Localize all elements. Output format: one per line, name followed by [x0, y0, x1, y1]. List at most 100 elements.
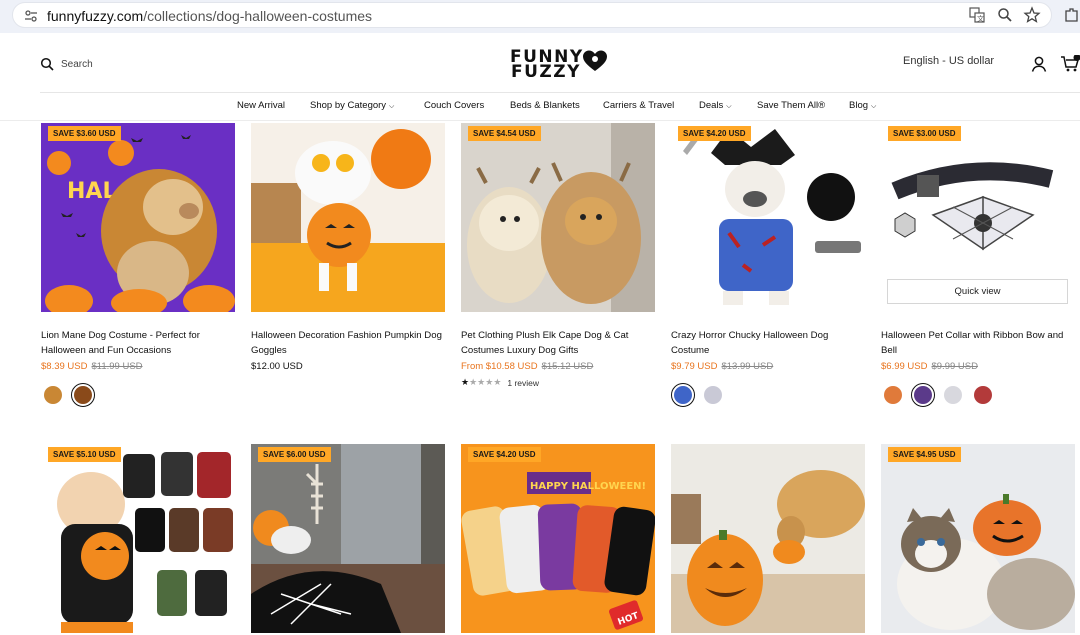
sale-price: $6.99 USD: [881, 361, 928, 372]
product-image[interactable]: SAVE $4.95 USD: [881, 444, 1075, 633]
product-price: $9.79 USD $13.99 USD: [671, 361, 865, 373]
browser-toolbar: funnyfuzzy.com/collections/dog-halloween…: [0, 0, 1080, 33]
nav-label: Deals: [699, 100, 724, 111]
product-card[interactable]: SAVE $6.00 USD: [251, 444, 445, 633]
zoom-icon[interactable]: [996, 6, 1014, 24]
chevron-down-icon: ⌵: [726, 103, 732, 110]
save-badge: SAVE $4.20 USD: [678, 126, 751, 141]
product-title[interactable]: Halloween Pet Collar with Ribbon Bow and…: [881, 328, 1075, 358]
product-card[interactable]: SAVE $5.10 USD: [41, 444, 235, 633]
search-label: Search: [61, 58, 93, 70]
site-settings-icon[interactable]: [23, 8, 39, 24]
product-title[interactable]: Lion Mane Dog Costume - Perfect for Hall…: [41, 328, 235, 358]
sale-price: From $10.58 USD: [461, 361, 538, 372]
nav-shop-by-category[interactable]: Shop by Category ⌵: [310, 100, 394, 111]
save-badge: SAVE $3.60 USD: [48, 126, 121, 141]
nav-carriers-travel[interactable]: Carriers & Travel: [603, 100, 674, 111]
product-image[interactable]: SAVE $5.10 USD: [41, 444, 235, 633]
product-image[interactable]: SAVE $4.54 USD: [461, 123, 655, 312]
search-button[interactable]: Search: [40, 55, 93, 73]
variant-swatch[interactable]: [701, 383, 725, 407]
variant-swatch-selected[interactable]: [671, 383, 695, 407]
regular-price: $12.00 USD: [251, 361, 303, 372]
product-card[interactable]: [671, 444, 865, 633]
product-image[interactable]: [251, 123, 445, 312]
address-bar[interactable]: funnyfuzzy.com/collections/dog-halloween…: [12, 2, 1052, 28]
sale-price: $8.39 USD: [41, 361, 88, 372]
star-icon: ★: [469, 377, 478, 387]
product-card[interactable]: SAVE $4.20 USD Crazy Horror Chucky Hallo…: [671, 123, 865, 407]
extension-icon[interactable]: [1063, 6, 1080, 24]
product-card[interactable]: SAVE $3.00 USD Quick view Halloween Pet …: [881, 123, 1075, 407]
save-badge: SAVE $6.00 USD: [258, 447, 331, 462]
nav-blog[interactable]: Blog ⌵: [849, 100, 876, 111]
product-card[interactable]: SAVE $4.54 USD Pet Clothing Plush Elk Ca…: [461, 123, 655, 388]
product-card[interactable]: SAVE $4.95 USD: [881, 444, 1075, 633]
product-image[interactable]: SAVE $3.00 USD Quick view: [881, 123, 1075, 312]
star-rating: ★ ★ ★ ★ ★ 1 review: [461, 377, 655, 388]
variant-swatches: [41, 383, 235, 407]
save-badge: SAVE $4.95 USD: [888, 447, 961, 462]
variant-swatch[interactable]: [971, 383, 995, 407]
product-image[interactable]: [671, 444, 865, 633]
product-title[interactable]: Halloween Decoration Fashion Pumpkin Dog…: [251, 328, 445, 358]
product-image[interactable]: HAL SAVE $3.60 USD: [41, 123, 235, 312]
product-card[interactable]: Halloween Decoration Fashion Pumpkin Dog…: [251, 123, 445, 373]
variant-swatch-selected[interactable]: [911, 383, 935, 407]
nav-new-arrival[interactable]: New Arrival: [237, 100, 285, 111]
banner-text: HAPPY HALLOWEEN!: [530, 481, 646, 492]
product-card[interactable]: HAL SAVE $3.60 USD Lion Mane Dog Costume…: [41, 123, 235, 407]
chevron-down-icon: ⌵: [389, 103, 395, 110]
product-card[interactable]: HAPPY HALLOWEEN! HOT SAVE $4.20 USD: [461, 444, 655, 633]
url-path: /collections/dog-halloween-costumes: [143, 8, 373, 24]
account-icon[interactable]: [1031, 55, 1049, 73]
variant-swatch[interactable]: [941, 383, 965, 407]
save-badge: SAVE $4.54 USD: [468, 126, 541, 141]
product-price: From $10.58 USD $15.12 USD: [461, 361, 655, 373]
nav-label: Couch Covers: [424, 100, 485, 111]
translate-icon[interactable]: 文: [968, 6, 986, 24]
star-icon: ★: [461, 377, 470, 387]
product-title[interactable]: Pet Clothing Plush Elk Cape Dog & Cat Co…: [461, 328, 655, 358]
product-image[interactable]: HAPPY HALLOWEEN! HOT SAVE $4.20 USD: [461, 444, 655, 633]
nav-label: Save Them All®: [757, 100, 826, 111]
nav-divider: [0, 120, 1080, 121]
save-badge: SAVE $5.10 USD: [48, 447, 121, 462]
product-image[interactable]: SAVE $4.20 USD: [671, 123, 865, 312]
nav-couch-covers[interactable]: Couch Covers: [424, 100, 484, 111]
nav-deals[interactable]: Deals ⌵: [699, 100, 732, 111]
review-count[interactable]: 1 review: [507, 378, 539, 388]
product-image[interactable]: SAVE $6.00 USD: [251, 444, 445, 633]
variant-swatch-selected[interactable]: [71, 383, 95, 407]
nav-label: Blog: [849, 100, 869, 111]
site-logo[interactable]: FUNNY FUZZY: [510, 47, 610, 81]
product-title[interactable]: Crazy Horror Chucky Halloween Dog Costum…: [671, 328, 865, 358]
locale-selector[interactable]: English - US dollar: [903, 55, 994, 67]
cart-icon[interactable]: [1060, 55, 1080, 73]
star-icon: ★: [477, 377, 486, 387]
quick-view-button[interactable]: Quick view: [887, 279, 1068, 304]
star-icon: ★: [493, 377, 502, 387]
url-host: funnyfuzzy.com: [47, 8, 144, 24]
variant-swatches: [881, 383, 1075, 407]
sale-price: $9.79 USD: [671, 361, 718, 372]
variant-swatches: [671, 383, 865, 407]
nav-beds-blankets[interactable]: Beds & Blankets: [510, 100, 580, 111]
star-icon: ★: [485, 377, 494, 387]
compare-price: $13.99 USD: [721, 361, 774, 372]
compare-price: $11.99 USD: [91, 361, 143, 372]
nav-label: Carriers & Travel: [603, 100, 675, 111]
url-text[interactable]: funnyfuzzy.com/collections/dog-halloween…: [47, 8, 372, 24]
variant-swatch[interactable]: [881, 383, 905, 407]
product-price: $8.39 USD $11.99 USD: [41, 361, 235, 373]
chevron-down-icon: ⌵: [871, 103, 877, 110]
bookmark-star-icon[interactable]: [1023, 6, 1041, 24]
variant-swatch[interactable]: [41, 383, 65, 407]
nav-label: New Arrival: [237, 100, 286, 111]
search-icon: [40, 57, 54, 71]
product-price: $6.99 USD $9.99 USD: [881, 361, 1075, 373]
svg-text:文: 文: [977, 14, 984, 23]
nav-save-them-all[interactable]: Save Them All®: [757, 100, 825, 111]
logo-line2: FUZZY: [511, 62, 581, 82]
nav-label: Shop by Category: [310, 100, 387, 111]
